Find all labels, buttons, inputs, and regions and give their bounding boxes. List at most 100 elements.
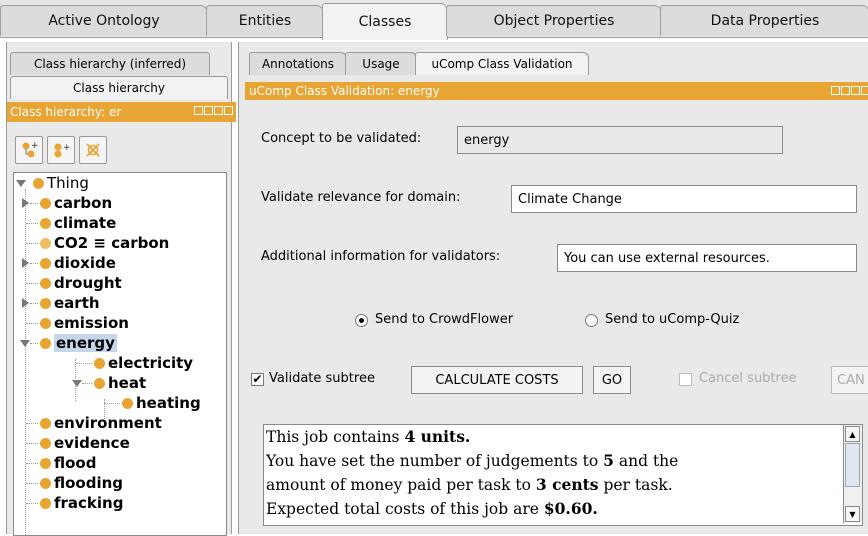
validation-panel: Annotations Usage uComp Class Validation… — [238, 42, 868, 534]
class-icon — [40, 457, 51, 469]
calculate-costs-button[interactable]: CALCULATE COSTS — [411, 366, 583, 394]
tree-node-label: evidence — [54, 434, 130, 452]
tree-node-drought[interactable]: drought — [26, 273, 122, 293]
tree-node-label: energy — [54, 334, 117, 352]
class-hierarchy-title: Class hierarchy: er — [7, 102, 236, 122]
send-crowdflower-radio[interactable] — [355, 314, 368, 327]
cost-line-3: amount of money paid per task to 3 cents… — [266, 475, 673, 494]
send-ucomp-quiz-radio[interactable] — [585, 314, 598, 327]
tab-usage[interactable]: Usage — [345, 52, 417, 75]
tab-label: Annotations — [261, 57, 335, 71]
tree-node-label: earth — [54, 294, 100, 312]
tree-node-co2[interactable]: CO2 ≡ carbon — [26, 233, 169, 253]
cost-line-1: This job contains 4 units. — [266, 427, 471, 446]
scroll-down-icon[interactable]: ▼ — [845, 506, 860, 522]
tree-node-carbon[interactable]: carbon — [22, 193, 113, 213]
svg-text:+: + — [31, 141, 38, 151]
class-tree: Thing carbon climate CO2 ≡ carbon dioxid… — [13, 172, 227, 536]
concept-label: Concept to be validated: — [261, 131, 422, 146]
tree-node-label: flood — [54, 454, 97, 472]
tree-node-flooding[interactable]: flooding — [26, 473, 124, 493]
class-icon — [33, 177, 44, 189]
expand-arrow-icon[interactable] — [22, 258, 29, 268]
validate-subtree-label[interactable]: Validate subtree — [269, 371, 375, 386]
view-close-icon[interactable] — [224, 106, 233, 115]
class-icon — [40, 477, 51, 489]
tree-node-evidence[interactable]: evidence — [26, 433, 130, 453]
concept-value: energy — [464, 132, 510, 148]
view-close-icon[interactable] — [861, 86, 868, 95]
tree-node-label: fracking — [54, 494, 124, 512]
tree-node-heating[interactable]: heating — [104, 393, 201, 413]
collapse-arrow-icon[interactable] — [16, 180, 26, 187]
tree-node-electricity[interactable]: electricity — [76, 353, 194, 373]
cost-line-2: You have set the number of judgements to… — [266, 451, 679, 470]
tree-node-fracking[interactable]: fracking — [26, 493, 124, 513]
class-icon — [40, 297, 51, 309]
tree-node-thing[interactable]: Thing — [16, 173, 89, 193]
class-hierarchy-panel: Class hierarchy (inferred) Class hierarc… — [6, 42, 236, 536]
tree-node-climate[interactable]: climate — [26, 213, 116, 233]
tree-node-label: flooding — [54, 474, 124, 492]
view-minimize-icon[interactable] — [204, 106, 213, 115]
send-ucomp-quiz-label[interactable]: Send to uComp-Quiz — [605, 312, 739, 327]
tab-object-properties[interactable]: Object Properties — [446, 5, 662, 36]
tab-class-hierarchy[interactable]: Class hierarchy — [10, 76, 228, 99]
tab-label: Classes — [358, 14, 412, 30]
view-maximize-icon[interactable] — [851, 86, 860, 95]
collapse-arrow-icon[interactable] — [20, 340, 30, 347]
info-input[interactable]: You can use external resources. — [557, 244, 857, 272]
delete-class-button[interactable] — [79, 136, 107, 164]
view-maximize-icon[interactable] — [214, 106, 223, 115]
add-sibling-button[interactable]: + — [47, 136, 75, 164]
tree-node-flood[interactable]: flood — [26, 453, 97, 473]
tab-label: Object Properties — [493, 13, 615, 29]
vertical-scrollbar[interactable]: ▲ ▼ — [843, 425, 862, 523]
scroll-up-icon[interactable]: ▲ — [845, 426, 860, 442]
tree-node-label: drought — [54, 274, 122, 292]
cancel-subtree-label: Cancel subtree — [699, 371, 797, 386]
validate-subtree-checkbox[interactable]: ✔ — [251, 373, 264, 386]
equivalent-class-icon — [40, 237, 51, 249]
tree-node-emission[interactable]: emission — [26, 313, 129, 333]
class-icon — [94, 377, 105, 389]
class-icon — [40, 437, 51, 449]
send-crowdflower-label[interactable]: Send to CrowdFlower — [375, 312, 513, 327]
tab-class-hierarchy-inferred[interactable]: Class hierarchy (inferred) — [10, 52, 210, 75]
svg-text:+: + — [63, 143, 70, 153]
domain-input[interactable]: Climate Change — [511, 185, 857, 213]
tab-label: Class hierarchy (inferred) — [33, 57, 187, 71]
view-minimize-icon[interactable] — [841, 86, 850, 95]
tab-data-properties[interactable]: Data Properties — [660, 5, 868, 36]
add-subclass-icon: + — [22, 141, 38, 158]
tree-node-label: heating — [136, 394, 201, 412]
view-pin-icon[interactable] — [831, 86, 840, 95]
tree-node-earth[interactable]: earth — [22, 293, 100, 313]
tree-node-environment[interactable]: environment — [26, 413, 162, 433]
info-label: Additional information for validators: — [261, 249, 501, 264]
tab-active-ontology[interactable]: Active Ontology — [0, 5, 208, 36]
tab-entities[interactable]: Entities — [206, 5, 324, 36]
view-pin-icon[interactable] — [194, 106, 203, 115]
tree-node-heat[interactable]: heat — [72, 373, 146, 393]
tab-classes[interactable]: Classes — [322, 3, 448, 40]
tab-annotations[interactable]: Annotations — [249, 52, 347, 75]
concept-field: energy — [457, 126, 783, 154]
expand-arrow-icon[interactable] — [22, 198, 29, 208]
tree-node-label: carbon — [54, 194, 113, 212]
info-value: You can use external resources. — [564, 250, 770, 266]
scroll-thumb[interactable] — [845, 443, 860, 487]
add-subclass-button[interactable]: + — [15, 136, 43, 164]
tree-node-label: electricity — [108, 354, 194, 372]
tab-label: Usage — [362, 57, 400, 71]
tab-ucomp-class-validation[interactable]: uComp Class Validation — [415, 52, 589, 75]
expand-arrow-icon[interactable] — [22, 298, 29, 308]
tree-node-energy[interactable]: energy — [20, 333, 117, 353]
class-icon — [122, 397, 133, 409]
go-button[interactable]: GO — [593, 366, 631, 394]
class-icon — [94, 357, 105, 369]
collapse-arrow-icon[interactable] — [72, 380, 82, 387]
tree-node-dioxide[interactable]: dioxide — [22, 253, 116, 273]
cost-summary-textarea[interactable]: This job contains 4 units. You have set … — [263, 424, 863, 526]
cancel-subtree-checkbox — [679, 373, 692, 386]
